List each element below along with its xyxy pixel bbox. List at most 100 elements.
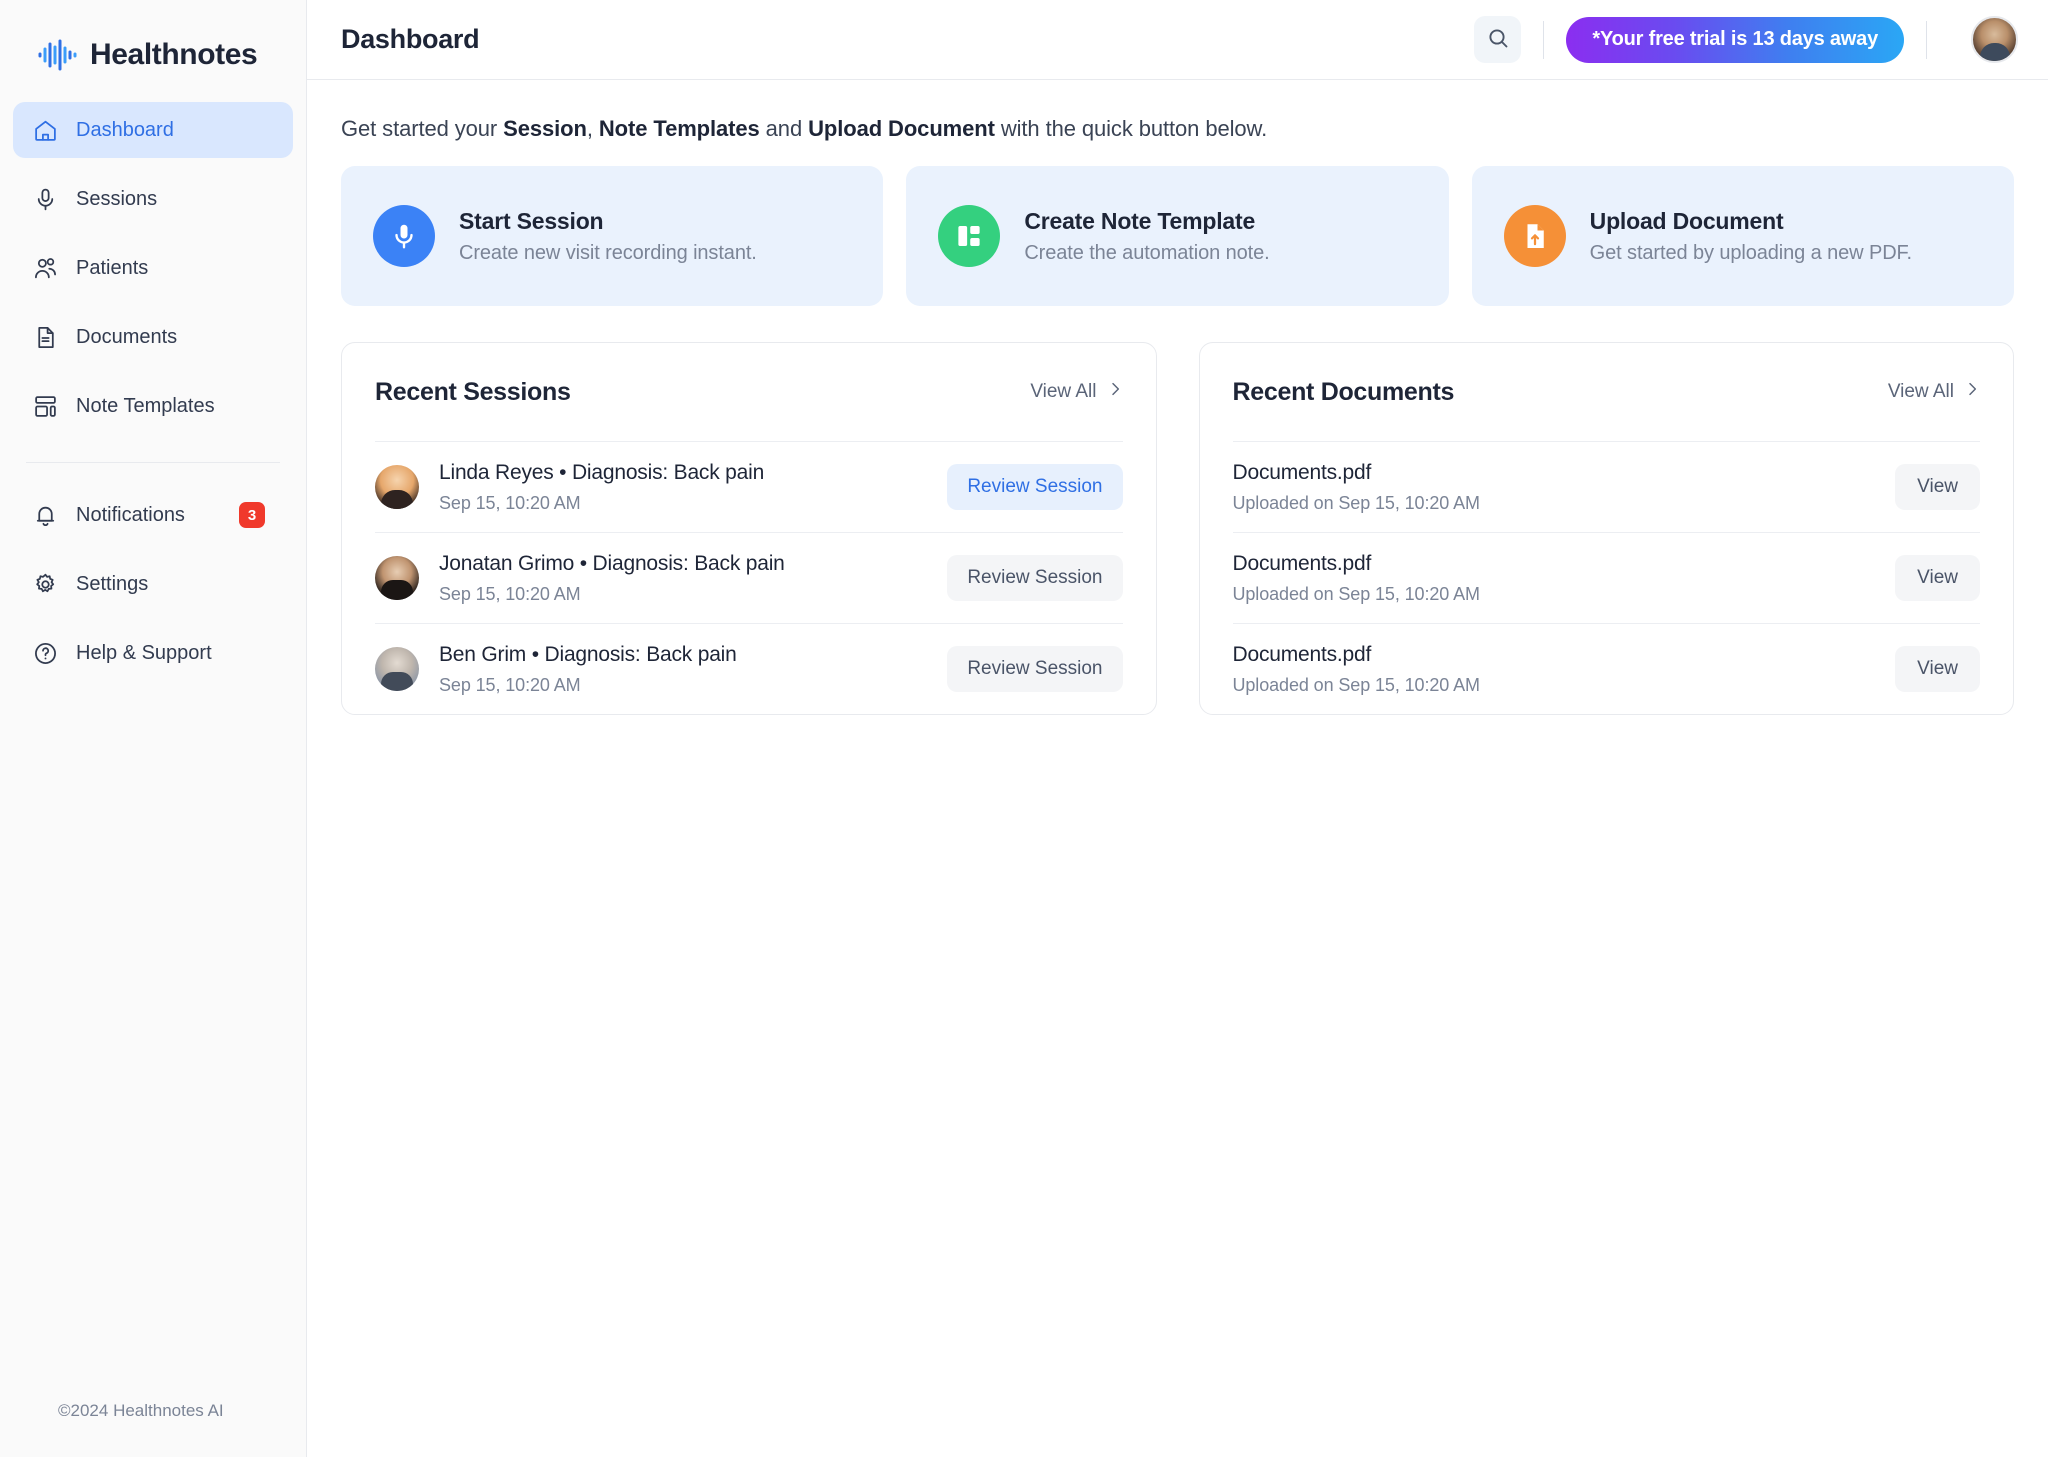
brand: Healthnotes (0, 0, 306, 82)
sidebar-item-label: Sessions (76, 188, 157, 211)
view-all-label: View All (1888, 381, 1954, 403)
quick-action-title: Upload Document (1590, 208, 1912, 235)
quick-action-create-note-template[interactable]: Create Note Template Create the automati… (906, 166, 1448, 306)
review-session-button[interactable]: Review Session (947, 464, 1122, 510)
dashboard-content: Get started your Session, Note Templates… (307, 80, 2048, 715)
quick-action-upload-document[interactable]: Upload Document Get started by uploading… (1472, 166, 2014, 306)
session-title: Ben Grim • Diagnosis: Back pain (439, 643, 927, 667)
recent-sessions-panel: Recent Sessions View All Linda Reyes • D… (341, 342, 1157, 715)
sidebar-item-settings[interactable]: Settings (13, 556, 293, 612)
document-name: Documents.pdf (1233, 461, 1876, 485)
main-area: Dashboard *Your free trial is 13 days aw… (307, 0, 2048, 1457)
sidebar-item-help-support[interactable]: Help & Support (13, 625, 293, 681)
notification-badge: 3 (239, 502, 265, 528)
panel-title: Recent Documents (1233, 378, 1455, 407)
view-all-label: View All (1030, 381, 1096, 403)
layout-icon (938, 205, 1000, 267)
intro-bold-session: Session (503, 116, 587, 141)
brand-name: Healthnotes (90, 38, 257, 72)
review-session-button[interactable]: Review Session (947, 646, 1122, 692)
sidebar-item-label: Note Templates (76, 395, 215, 418)
search-icon (1486, 26, 1510, 53)
avatar (375, 465, 419, 509)
panel-header: Recent Sessions View All (375, 343, 1123, 441)
sidebar-item-label: Help & Support (76, 642, 212, 665)
topbar-divider-2 (1926, 21, 1927, 59)
avatar (375, 556, 419, 600)
document-time: Uploaded on Sep 15, 10:20 AM (1233, 493, 1876, 514)
table-row[interactable]: Documents.pdf Uploaded on Sep 15, 10:20 … (1233, 532, 1981, 623)
sidebar-divider (26, 462, 280, 463)
intro-bold-note-templates: Note Templates (599, 116, 760, 141)
sidebar-footer-copyright: ©2024 Healthnotes AI (0, 1401, 306, 1457)
session-info: Jonatan Grimo • Diagnosis: Back pain Sep… (439, 552, 927, 605)
panels-row: Recent Sessions View All Linda Reyes • D… (341, 342, 2014, 715)
microphone-icon (373, 205, 435, 267)
free-trial-badge[interactable]: *Your free trial is 13 days away (1566, 17, 1904, 63)
document-info: Documents.pdf Uploaded on Sep 15, 10:20 … (1233, 552, 1876, 605)
intro-part-4: with the quick button below. (995, 116, 1267, 141)
home-icon (32, 117, 58, 143)
sidebar-item-label: Dashboard (76, 119, 174, 142)
view-document-button[interactable]: View (1895, 464, 1980, 510)
document-name: Documents.pdf (1233, 643, 1876, 667)
users-icon (32, 255, 58, 281)
chevron-right-icon (1107, 381, 1123, 403)
chevron-right-icon (1964, 381, 1980, 403)
quick-action-subtitle: Create new visit recording instant. (459, 242, 757, 265)
gear-icon (32, 571, 58, 597)
sidebar-item-note-templates[interactable]: Note Templates (13, 378, 293, 434)
session-time: Sep 15, 10:20 AM (439, 675, 927, 696)
sidebar-item-label: Settings (76, 573, 148, 596)
recent-documents-panel: Recent Documents View All Documents.pdf … (1199, 342, 2015, 715)
sidebar-item-label: Patients (76, 257, 148, 280)
intro-part-3: and (760, 116, 808, 141)
intro-part-1: Get started your (341, 116, 503, 141)
file-upload-icon (1504, 205, 1566, 267)
view-all-documents-link[interactable]: View All (1888, 381, 1980, 403)
document-name: Documents.pdf (1233, 552, 1876, 576)
microphone-icon (32, 186, 58, 212)
quick-action-start-session[interactable]: Start Session Create new visit recording… (341, 166, 883, 306)
topbar-divider (1543, 21, 1544, 59)
view-document-button[interactable]: View (1895, 555, 1980, 601)
app-root: Healthnotes Dashboard Sessions Patients (0, 0, 2048, 1457)
document-info: Documents.pdf Uploaded on Sep 15, 10:20 … (1233, 643, 1876, 696)
topbar: Dashboard *Your free trial is 13 days aw… (307, 0, 2048, 80)
sidebar-item-notifications[interactable]: Notifications 3 (13, 487, 293, 543)
quick-action-title: Start Session (459, 208, 757, 235)
layout-icon (32, 393, 58, 419)
table-row[interactable]: Documents.pdf Uploaded on Sep 15, 10:20 … (1233, 441, 1981, 532)
document-time: Uploaded on Sep 15, 10:20 AM (1233, 675, 1876, 696)
intro-text: Get started your Session, Note Templates… (341, 116, 2014, 142)
session-info: Linda Reyes • Diagnosis: Back pain Sep 1… (439, 461, 927, 514)
bell-icon (32, 502, 58, 528)
sidebar-nav: Dashboard Sessions Patients Documents (0, 102, 306, 694)
session-info: Ben Grim • Diagnosis: Back pain Sep 15, … (439, 643, 927, 696)
review-session-button[interactable]: Review Session (947, 555, 1122, 601)
sidebar-item-label: Notifications (76, 504, 185, 527)
session-title: Jonatan Grimo • Diagnosis: Back pain (439, 552, 927, 576)
sidebar-item-documents[interactable]: Documents (13, 309, 293, 365)
view-all-sessions-link[interactable]: View All (1030, 381, 1122, 403)
view-document-button[interactable]: View (1895, 646, 1980, 692)
quick-actions-row: Start Session Create new visit recording… (341, 166, 2014, 306)
document-icon (32, 324, 58, 350)
waveform-logo-icon (38, 39, 78, 71)
sidebar-item-sessions[interactable]: Sessions (13, 171, 293, 227)
quick-action-title: Create Note Template (1024, 208, 1269, 235)
intro-part-2: , (587, 116, 599, 141)
table-row[interactable]: Jonatan Grimo • Diagnosis: Back pain Sep… (375, 532, 1123, 623)
sidebar: Healthnotes Dashboard Sessions Patients (0, 0, 307, 1457)
avatar[interactable] (1971, 16, 2018, 63)
table-row[interactable]: Linda Reyes • Diagnosis: Back pain Sep 1… (375, 441, 1123, 532)
session-title: Linda Reyes • Diagnosis: Back pain (439, 461, 927, 485)
search-button[interactable] (1474, 16, 1521, 63)
panel-title: Recent Sessions (375, 378, 571, 407)
table-row[interactable]: Documents.pdf Uploaded on Sep 15, 10:20 … (1233, 623, 1981, 714)
session-time: Sep 15, 10:20 AM (439, 584, 927, 605)
sidebar-item-label: Documents (76, 326, 177, 349)
table-row[interactable]: Ben Grim • Diagnosis: Back pain Sep 15, … (375, 623, 1123, 714)
sidebar-item-dashboard[interactable]: Dashboard (13, 102, 293, 158)
sidebar-item-patients[interactable]: Patients (13, 240, 293, 296)
